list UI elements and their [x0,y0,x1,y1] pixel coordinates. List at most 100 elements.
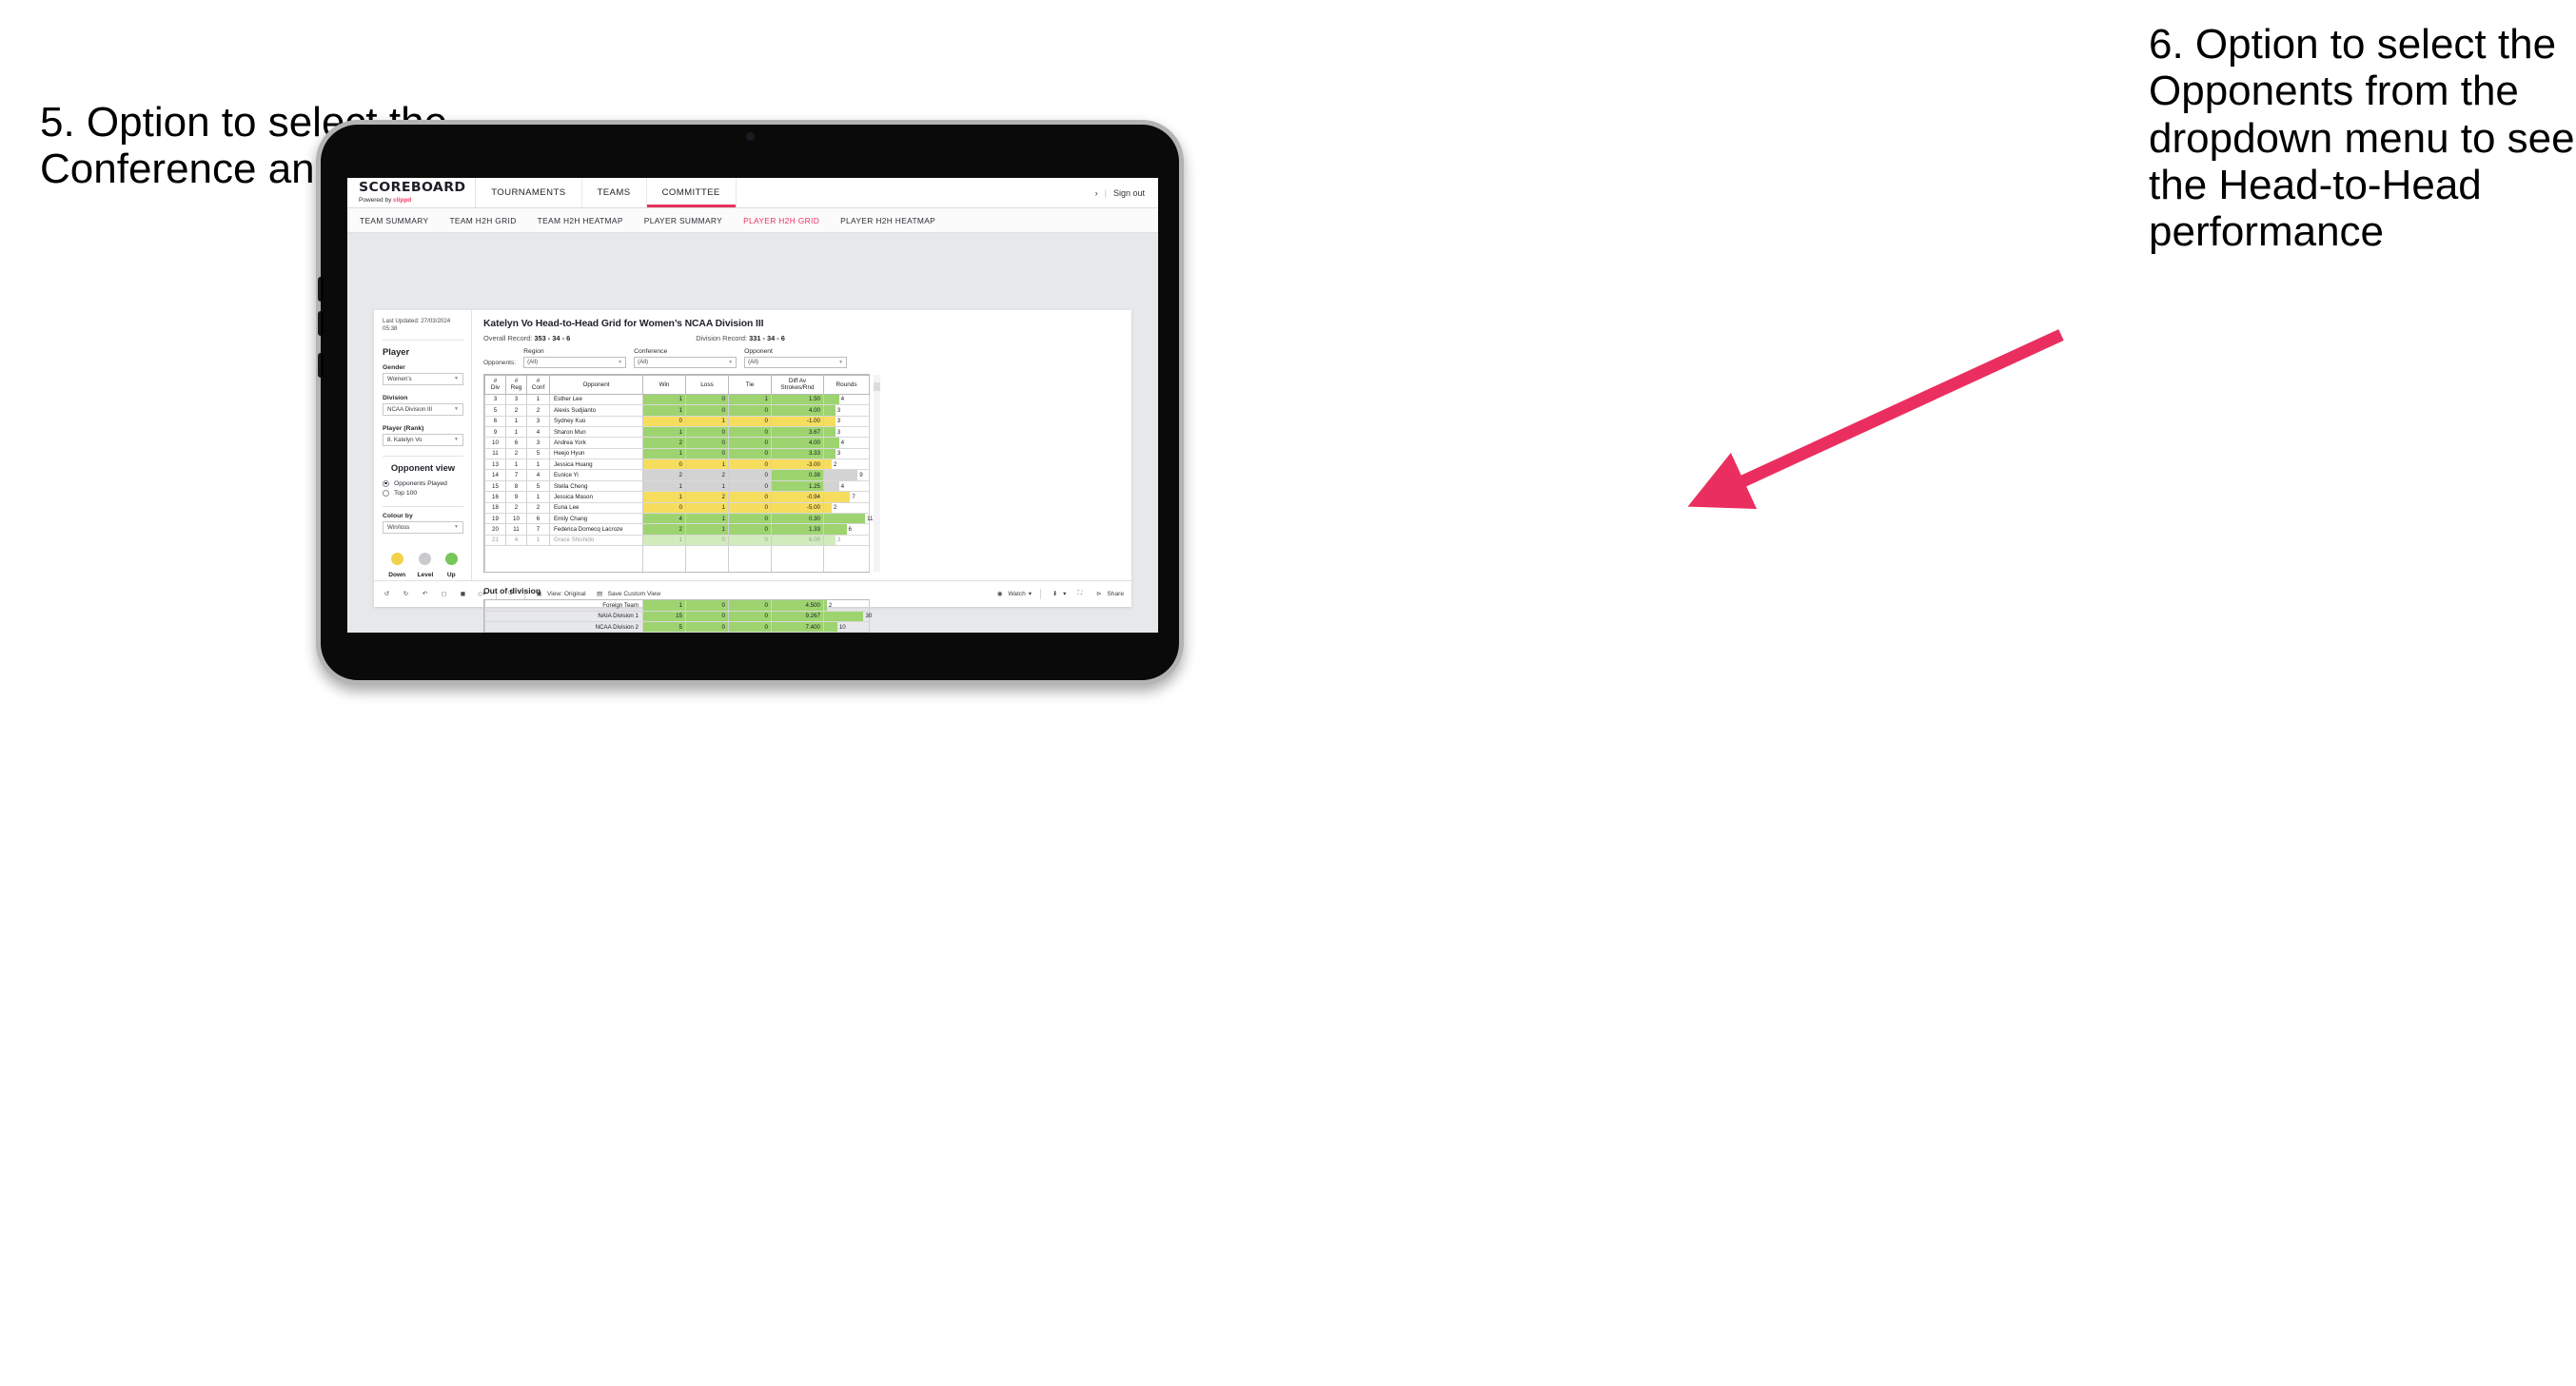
sign-out-link[interactable]: Sign out [1113,188,1145,198]
undo-icon[interactable]: ↺ [382,589,392,599]
table-row[interactable]: Foreign Team 1 0 0 4.500 2 [484,600,870,612]
pause-refresh-icon[interactable]: ◻ [439,589,449,599]
table-row[interactable]: 20 11 7 Federica Domecq Lacroze 2 1 0 1.33 6 [484,523,870,536]
table-row[interactable]: 10 6 3 Andrea York 2 0 0 4.00 4 [484,437,870,449]
player-rank-select[interactable]: 8. Katelyn Vo ▼ [383,433,463,446]
colour-by-select[interactable]: Win/loss ▼ [383,520,463,534]
table-row[interactable]: 13 1 1 Jessica Huang 0 1 0 -3.00 2 [484,459,870,471]
cell-win: 5 [642,621,686,633]
cell-conf: 7 [526,523,550,536]
arrow-right [1687,329,2064,509]
cell-reg: 7 [505,469,527,481]
table-row[interactable]: 9 1 4 Sharon Mun 1 0 0 3.67 3 [484,426,870,439]
refresh-icon[interactable]: ◼ [458,589,468,599]
cell-win: 1 [642,480,686,493]
table-row[interactable]: 15 8 5 Stella Cheng 1 1 0 1.25 4 [484,480,870,493]
subnav-player-summary[interactable]: PLAYER SUMMARY [644,216,735,225]
grid-scrollbar-track[interactable] [874,375,880,573]
brand-name: SCOREBOARD [359,180,466,196]
cell-div: 16 [484,491,506,503]
legend-label-up: Up [446,571,456,578]
main-content: Katelyn Vo Head-to-Head Grid for Women’s… [472,310,1131,633]
subnav-team-summary[interactable]: TEAM SUMMARY [360,216,441,225]
table-row[interactable]: NCAA Division 2 5 0 0 7.400 10 [484,621,870,633]
gender-label: Gender [383,363,405,371]
out-of-division-title: Out of division [483,586,541,596]
division-select[interactable]: NCAA Division III ▼ [383,402,463,416]
cell-opponent: Sharon Mun [549,426,643,439]
filler-cell [484,545,643,573]
rounds-bar [824,470,858,480]
cell-win: 1 [642,394,686,406]
opponent-filter-select[interactable]: (All) ▼ [744,356,848,368]
cell-diff: 4.00 [771,437,824,449]
cell-win: 1 [642,491,686,503]
cell-group-name: NCAA Division 2 [484,621,643,633]
opponents-filter-label: Opponents: [483,360,517,366]
nav-teams[interactable]: TEAMS [582,178,647,207]
power-button[interactable] [318,353,324,378]
table-row[interactable]: 5 2 2 Alexis Sudjianto 1 0 0 4.00 3 [484,404,870,417]
grid-scrollbar-thumb[interactable] [874,382,880,391]
radio-opponents-played[interactable]: Opponents Played [383,479,463,487]
volume-up-button[interactable] [318,277,324,302]
volume-down-button[interactable] [318,311,324,336]
region-filter-select[interactable]: (All) ▼ [523,356,627,368]
redo-icon[interactable]: ↻ [401,589,411,599]
opponent-filters: Opponents: Region (All) ▼ Conference (Al [483,348,1120,368]
radio-top-100[interactable]: Top 100 [383,489,463,497]
cell-diff: 3.67 [771,426,824,439]
rounds-value: 30 [865,613,873,620]
brand-logo[interactable]: SCOREBOARD Powered by clippd [347,178,477,207]
cell-div: 20 [484,523,506,536]
rounds-bar [824,426,836,438]
cell-loss: 0 [685,448,729,460]
table-row[interactable]: 18 2 2 Euna Lee 0 1 0 -5.00 2 [484,502,870,515]
cell-conf: 2 [526,502,550,515]
rounds-value: 2 [833,460,837,468]
table-row[interactable]: 3 3 1 Esther Lee 1 0 1 1.50 4 [484,394,870,406]
table-row[interactable]: 6 1 3 Sydney Kuo 0 1 0 -1.00 3 [484,416,870,427]
grid-header: # Div # Reg # Conf Opponent Win Loss Tie Di… [484,375,870,395]
subnav-player-h2h-heatmap[interactable]: PLAYER H2H HEATMAP [840,216,948,225]
rounds-bar [824,459,832,470]
table-row[interactable]: 19 10 6 Emily Chang 4 1 0 0.30 11 [484,513,874,525]
cell-win: 2 [642,523,686,536]
subnav-team-h2h-grid[interactable]: TEAM H2H GRID [449,216,528,225]
rounds-bar [824,492,851,502]
cell-tie: 0 [728,502,772,515]
chevron-right-icon[interactable]: › [1095,188,1098,198]
nav-tournaments[interactable]: TOURNAMENTS [476,178,582,207]
col-div: # Div [484,375,506,395]
subnav-player-h2h-grid[interactable]: PLAYER H2H GRID [743,216,832,225]
table-row[interactable]: NAIA Division 1 15 0 0 9.267 30 [484,611,873,622]
cell-div: 6 [484,416,506,427]
subnav-team-h2h-heatmap[interactable]: TEAM H2H HEATMAP [538,216,636,225]
legend-dot-down [390,552,403,565]
rounds-value: 6 [848,526,852,534]
cell-opponent: Euna Lee [549,502,643,515]
table-row[interactable]: 14 7 4 Eunice Yi 2 2 0 0.38 9 [484,469,870,481]
radio-top-100-label: Top 100 [394,489,418,497]
table-row[interactable]: 11 2 5 Heejo Hyun 1 0 0 3.33 3 [484,448,870,460]
radio-selected-icon [383,479,389,487]
cell-div: 9 [484,426,506,439]
opponent-filter-value: (All) [748,359,759,366]
region-filter-label: Region [523,348,544,355]
nav-committee[interactable]: COMMITTEE [647,178,737,207]
records-row: Overall Record: 353 - 34 - 6 Division Re… [483,334,1120,342]
rounds-value: 4 [840,396,845,403]
col-conf: # Conf [526,375,550,395]
cell-loss: 2 [685,469,729,481]
cell-tie: 0 [728,426,772,439]
revert-icon[interactable]: ↶ [420,589,430,599]
cell-reg: 1 [505,426,527,439]
table-row[interactable]: 16 9 1 Jessica Mason 1 2 0 -0.94 7 [484,491,870,503]
cell-rounds: 11 [823,513,874,525]
opponent-filter: Opponent (All) ▼ [744,348,848,368]
conference-filter-select[interactable]: (All) ▼ [634,356,737,368]
cell-loss: 1 [685,480,729,493]
player-section-heading: Player [383,345,410,357]
gender-select[interactable]: Women’s ▼ [383,372,463,385]
chevron-down-icon: ▼ [618,359,623,365]
